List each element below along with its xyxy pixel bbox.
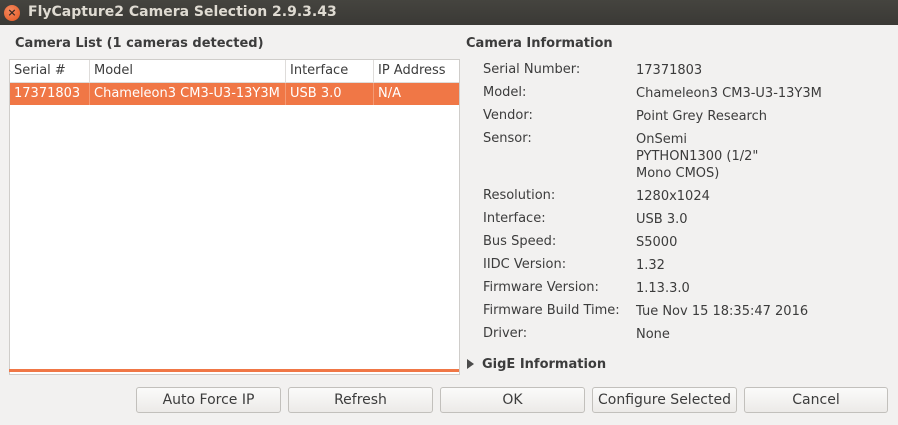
firmware-build-time-label: Firmware Build Time:: [483, 303, 620, 318]
configure-selected-button[interactable]: Configure Selected: [592, 387, 737, 413]
column-header-model[interactable]: Model: [90, 60, 286, 82]
driver-value: None: [636, 327, 670, 342]
bus-speed-value: S5000: [636, 235, 678, 250]
sensor-value: OnSemi PYTHON1300 (1/2" Mono CMOS): [636, 132, 759, 181]
column-header-serial[interactable]: Serial #: [10, 60, 90, 82]
camera-list-heading: Camera List (1 cameras detected): [15, 36, 264, 51]
cell-ip-address: N/A: [378, 86, 401, 101]
triangle-right-icon[interactable]: [467, 359, 474, 369]
resolution-value: 1280x1024: [636, 189, 710, 204]
camera-list-table[interactable]: Serial # Model Interface IP Address 1737…: [9, 59, 460, 375]
auto-force-ip-button[interactable]: Auto Force IP: [136, 387, 281, 413]
serial-number-label: Serial Number:: [483, 62, 581, 77]
refresh-button[interactable]: Refresh: [288, 387, 433, 413]
interface-label: Interface:: [483, 211, 546, 226]
column-header-ip-address[interactable]: IP Address: [374, 60, 459, 82]
cancel-button[interactable]: Cancel: [744, 387, 888, 413]
cell-interface: USB 3.0: [286, 83, 374, 105]
camera-list-header: Serial # Model Interface IP Address: [10, 60, 459, 83]
resolution-label: Resolution:: [483, 188, 556, 203]
firmware-build-time-value: Tue Nov 15 18:35:47 2016: [636, 304, 809, 319]
iidc-version-label: IIDC Version:: [483, 257, 567, 272]
bus-speed-label: Bus Speed:: [483, 234, 557, 249]
column-header-interface[interactable]: Interface: [286, 60, 374, 82]
vendor-label: Vendor:: [483, 108, 533, 123]
driver-label: Driver:: [483, 326, 528, 341]
cell-model: Chameleon3 CM3-U3-13Y3M: [90, 83, 286, 105]
firmware-version-value: 1.13.3.0: [636, 281, 690, 296]
title-bar: × FlyCapture2 Camera Selection 2.9.3.43: [0, 0, 898, 25]
interface-value: USB 3.0: [636, 212, 688, 227]
iidc-version-value: 1.32: [636, 258, 665, 273]
sensor-label: Sensor:: [483, 131, 532, 146]
ok-button[interactable]: OK: [440, 387, 585, 413]
camera-info-heading: Camera Information: [466, 36, 613, 51]
model-label: Model:: [483, 85, 527, 100]
firmware-version-label: Firmware Version:: [483, 280, 599, 295]
model-value: Chameleon3 CM3-U3-13Y3M: [636, 86, 822, 101]
cell-serial: 17371803: [10, 83, 90, 105]
serial-number-value: 17371803: [636, 63, 703, 78]
close-icon[interactable]: ×: [4, 5, 20, 21]
vendor-value: Point Grey Research: [636, 109, 767, 124]
window-title: FlyCapture2 Camera Selection 2.9.3.43: [28, 4, 337, 20]
gige-information-expander[interactable]: GigE Information: [482, 357, 606, 372]
table-row[interactable]: 17371803 Chameleon3 CM3-U3-13Y3M USB 3.0…: [10, 83, 459, 105]
scroll-indicator: [9, 369, 459, 372]
